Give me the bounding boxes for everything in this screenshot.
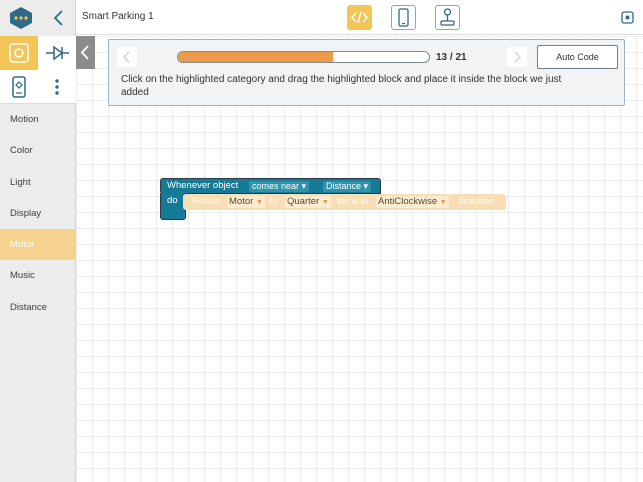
condition-dropdown[interactable]: comes near ▾ (249, 181, 310, 192)
device-icon (12, 76, 26, 98)
category-motor[interactable]: Motor (0, 229, 76, 261)
category-list: Motion Color Light Display Motor Music D… (0, 104, 76, 323)
direction-label: direction (458, 196, 494, 207)
tutorial-step-counter: 13 / 21 (436, 52, 467, 63)
mode-switcher (0, 36, 76, 70)
device-button[interactable] (0, 70, 38, 104)
direction-value: AntiClockwise (378, 196, 438, 207)
flowchart-mode-button[interactable] (38, 36, 76, 70)
condition-value: comes near (252, 181, 300, 191)
sensor-dropdown[interactable]: Distance ▾ (323, 181, 372, 192)
amount-value: Quarter (287, 196, 320, 207)
turns-in-label: turns in (337, 196, 369, 207)
code-view-button[interactable] (347, 5, 372, 30)
tutorial-instruction: Click on the highlighted category and dr… (121, 74, 562, 98)
block-mode-icon (9, 43, 29, 63)
tutorial-prev-button[interactable] (117, 47, 137, 67)
motor-value: Motor (229, 196, 254, 207)
chevron-left-icon (80, 45, 89, 60)
device-view-button[interactable] (391, 5, 416, 30)
category-color[interactable]: Color (0, 135, 76, 166)
block-mode-button[interactable] (0, 36, 38, 70)
dropdown-caret-icon: ▼ (255, 199, 263, 206)
tutorial-progress-fill (178, 52, 334, 62)
robot-face-icon[interactable] (8, 6, 34, 30)
chevron-left-icon (53, 10, 63, 26)
sidebar: Motion Color Light Display Motor Music D… (0, 0, 76, 482)
motor-dropdown[interactable]: Motor ▼ (227, 196, 265, 208)
chevron-left-icon (123, 51, 130, 63)
by-label: by (269, 196, 280, 207)
dropdown-caret-icon: ▼ (321, 199, 329, 206)
back-button[interactable] (48, 7, 70, 29)
more-vertical-icon (55, 79, 59, 95)
menu-square-icon[interactable] (621, 11, 634, 24)
tutorial-next-button[interactable] (507, 47, 527, 67)
auto-code-button[interactable]: Auto Code (537, 45, 618, 69)
dropdown-caret-icon: ▾ (363, 181, 369, 191)
flowchart-icon (46, 45, 69, 61)
event-block-label: Whenever object (167, 180, 239, 191)
rotate-label: Rotate (192, 196, 220, 207)
collapse-palette-button[interactable] (76, 36, 95, 69)
direction-dropdown[interactable]: AntiClockwise ▼ (376, 196, 449, 208)
phone-icon (398, 8, 409, 27)
sensor-value: Distance (326, 181, 362, 191)
tool-row (0, 70, 76, 104)
joystick-icon (440, 8, 455, 26)
tutorial-progress-bar (177, 51, 430, 63)
motor-rotate-block[interactable]: Rotate Motor ▼ by Quarter ▼ turns in Ant… (183, 194, 506, 210)
app-window: Motion Color Light Display Motor Music D… (0, 0, 643, 482)
dropdown-caret-icon: ▼ (439, 199, 447, 206)
amount-dropdown[interactable]: Quarter ▼ (285, 196, 331, 208)
category-distance[interactable]: Distance (0, 292, 76, 323)
block-workspace[interactable]: 13 / 21 Auto Code Click on the highlight… (76, 36, 643, 482)
chevron-right-icon (514, 51, 521, 63)
tutorial-panel: 13 / 21 Auto Code Click on the highlight… (108, 39, 625, 106)
more-options-button[interactable] (38, 70, 76, 104)
project-title: Smart Parking 1 (82, 11, 154, 22)
code-icon (350, 11, 369, 24)
event-block-header: Whenever object comes near ▾ Distance ▾ (160, 178, 381, 194)
dropdown-caret-icon: ▾ (301, 181, 307, 191)
category-motion[interactable]: Motion (0, 104, 76, 135)
category-light[interactable]: Light (0, 167, 76, 198)
remote-control-button[interactable] (435, 5, 460, 30)
do-label: do (167, 195, 178, 206)
category-display[interactable]: Display (0, 198, 76, 229)
top-bar: Smart Parking 1 (76, 0, 643, 35)
category-music[interactable]: Music (0, 260, 76, 291)
